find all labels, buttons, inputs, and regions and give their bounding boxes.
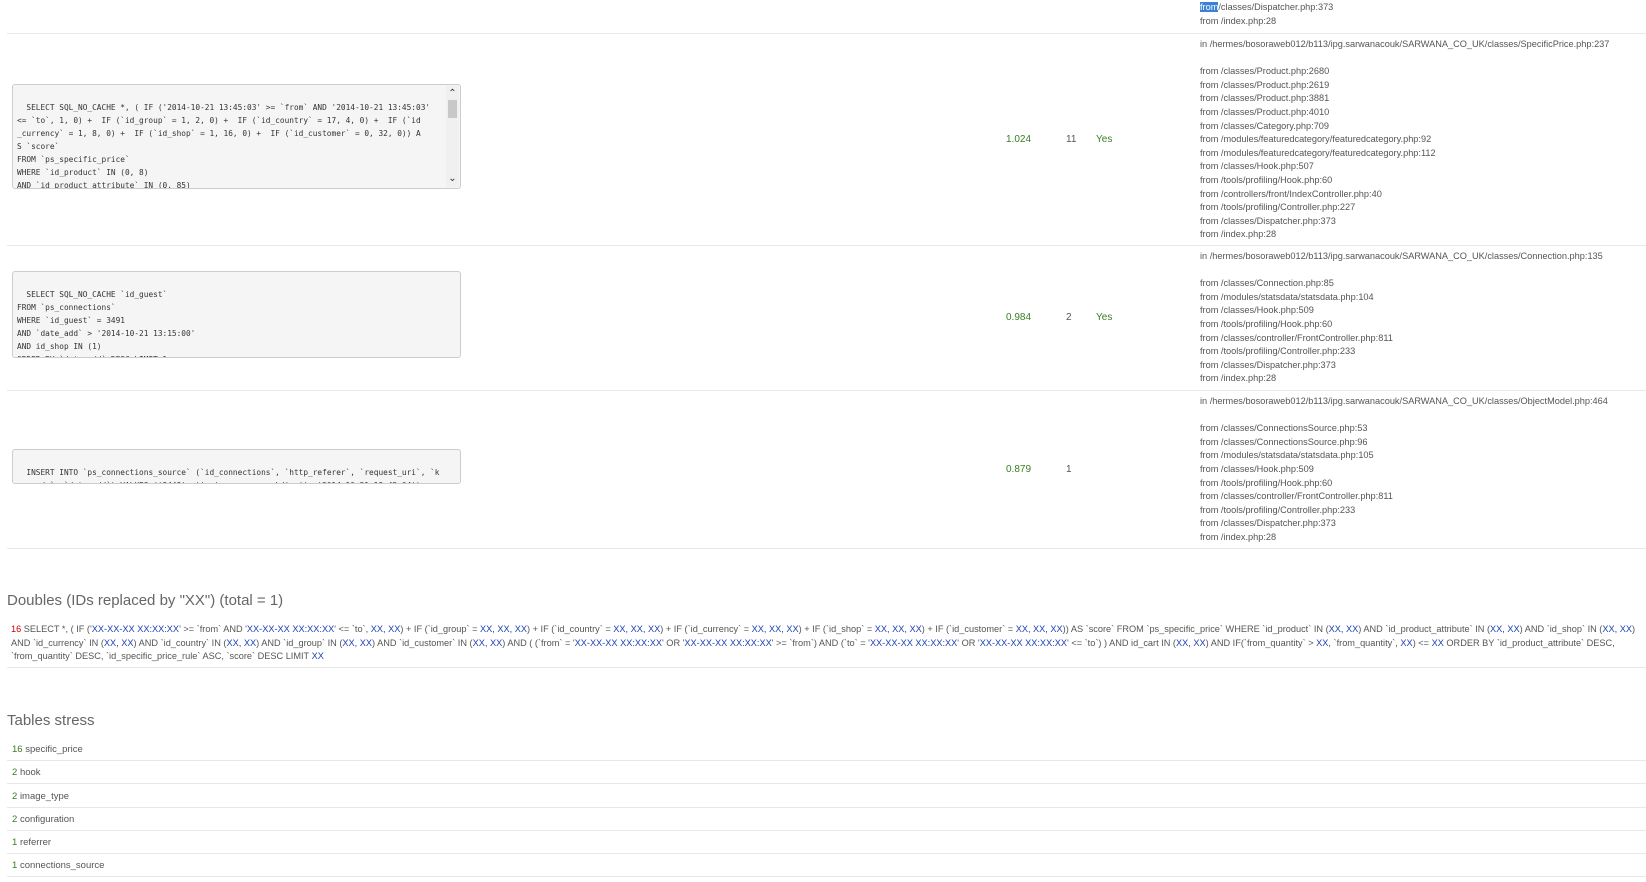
row-divider [7,390,1646,391]
placeholder-xx: XX, XX, XX [1015,624,1063,634]
placeholder-xx: XX-XX-XX XX:XX:XX [246,624,335,634]
placeholder-xx: XX, XX [1602,624,1632,634]
doubles-fragment: SELECT *, ( IF (' [21,624,92,634]
placeholder-xx: XX, XX [1328,624,1359,634]
placeholder-xx: XX [1316,637,1329,648]
doubles-fragment: ) AND `id_product_attribute` IN ( [1358,624,1491,634]
query-textarea[interactable]: INSERT INTO `ps_connections_source` (`id… [12,449,461,484]
table-row: 2 image_type [7,785,1646,808]
placeholder-xx: XX-XX-XX XX:XX:XX [684,637,772,648]
stack-trace: in /hermes/bosoraweb012/b113/ipg.sarwana… [1200,251,1603,384]
query-textarea[interactable]: SELECT SQL_NO_CACHE `id_guest` FROM `ps_… [12,271,461,358]
placeholder-xx: XX-XX-XX XX:XX:XX [979,637,1068,648]
placeholder-xx: XX [1431,637,1444,648]
doubles-heading: Doubles (IDs replaced by "XX") (total = … [7,592,284,609]
tables-stress-heading: Tables stress [7,712,95,729]
doubles-fragment: , `from_quantity`, [1328,637,1401,648]
doubles-fragment: )) AS `score` FROM `ps_specific_price` W… [1062,624,1329,634]
placeholder-xx: XX, XX, XX [751,624,799,634]
placeholder-xx: XX [311,651,324,661]
query-rows: 2 [1066,312,1072,323]
doubles-fragment: ' <= `to`, [334,624,371,634]
chevron-up-icon[interactable]: ⌃ [446,88,459,100]
doubles-fragment: ' <= `to`) ) AND id_cart IN ( [1067,637,1176,648]
placeholder-xx: XX [1400,637,1413,648]
doubles-fragment: ) AND ( (`from` = ' [502,637,575,648]
placeholder-xx: XX-XX-XX XX:XX:XX [574,637,662,648]
row-divider [7,548,1646,549]
row-divider [7,33,1646,34]
query-rows: 11 [1066,134,1077,145]
query-filesort: Yes [1096,312,1113,323]
doubles-count: 16 [11,624,22,634]
placeholder-xx: XX-XX-XX XX:XX:XX [869,637,958,648]
query-rows: 1 [1066,464,1072,475]
placeholder-xx: XX, XX [1490,624,1520,634]
doubles-fragment: ) AND `id_shop` IN ( [1519,624,1603,634]
placeholder-xx: XX, XX, XX [874,624,922,634]
placeholder-xx: XX, XX [342,637,373,648]
doubles-fragment: ) <= [1412,637,1432,648]
table-row: 1 referrer [7,831,1646,854]
doubles-fragment: ' >= `from` AND ' [179,624,247,634]
doubles-text: SELECT *, ( IF ('XX-XX-XX XX:XX:XX' >= `… [11,624,1635,661]
doubles-fragment: ' OR ' [662,637,685,648]
doubles-fragment: ) + IF (`id_country` = [527,624,614,634]
placeholder-xx: XX, XX [103,637,134,648]
selected-text: from [1200,2,1219,12]
doubles-fragment: ) + IF (`id_customer` = [921,624,1016,634]
table-row: 16 specific_price [7,738,1646,761]
stack-trace: in /hermes/bosoraweb012/b113/ipg.sarwana… [1200,396,1608,542]
doubles-query: 16 SELECT *, ( IF ('XX-XX-XX XX:XX:XX' >… [11,623,1641,664]
placeholder-xx: XX, XX [370,624,401,634]
doubles-fragment: ) + IF (`id_group` = [400,624,481,634]
doubles-fragment: ) AND `id_group` IN ( [256,637,343,648]
placeholder-xx: XX, XX, XX [480,624,527,634]
placeholder-xx: XX, XX, XX [613,624,661,634]
doubles-fragment: ) AND IF(`from_quantity` > [1205,637,1317,648]
query-time: 0.879 [1006,464,1032,475]
table-row: 2 hook [7,761,1646,784]
stack-trace: in /hermes/bosoraweb012/b113/ipg.sarwana… [1200,39,1610,240]
table-row: 1 connections_source [7,854,1646,877]
query-textarea[interactable]: SELECT SQL_NO_CACHE *, ( IF ('2014-10-21… [12,84,461,189]
placeholder-xx: XX, XX [1175,637,1206,648]
doubles-fragment: ) AND `id_customer` IN ( [372,637,473,648]
row-divider [7,667,1646,668]
doubles-fragment: ' >= `from`) AND (`to` = ' [771,637,870,648]
top-stack-trace: from/classes/Dispatcher.php:373 from /in… [1200,2,1334,26]
placeholder-xx: XX-XX-XX XX:XX:XX [91,624,180,634]
doubles-fragment: ) AND `id_country` IN ( [133,637,227,648]
query-time: 0.984 [1006,312,1032,323]
chevron-down-icon[interactable]: ⌄ [446,173,459,185]
placeholder-xx: XX, XX [226,637,257,648]
scrollbar[interactable]: ⌃ ⌄ [446,86,459,187]
table-row: 2 configuration [7,808,1646,831]
doubles-fragment: ) + IF (`id_currency` = [660,624,752,634]
placeholder-xx: XX, XX [472,637,503,648]
doubles-fragment: ' OR ' [957,637,980,648]
query-filesort: Yes [1096,134,1113,145]
scrollbar-thumb[interactable] [448,100,457,118]
row-divider [7,245,1646,246]
query-time: 1.024 [1006,134,1032,145]
doubles-fragment: ) + IF (`id_shop` = [798,624,875,634]
